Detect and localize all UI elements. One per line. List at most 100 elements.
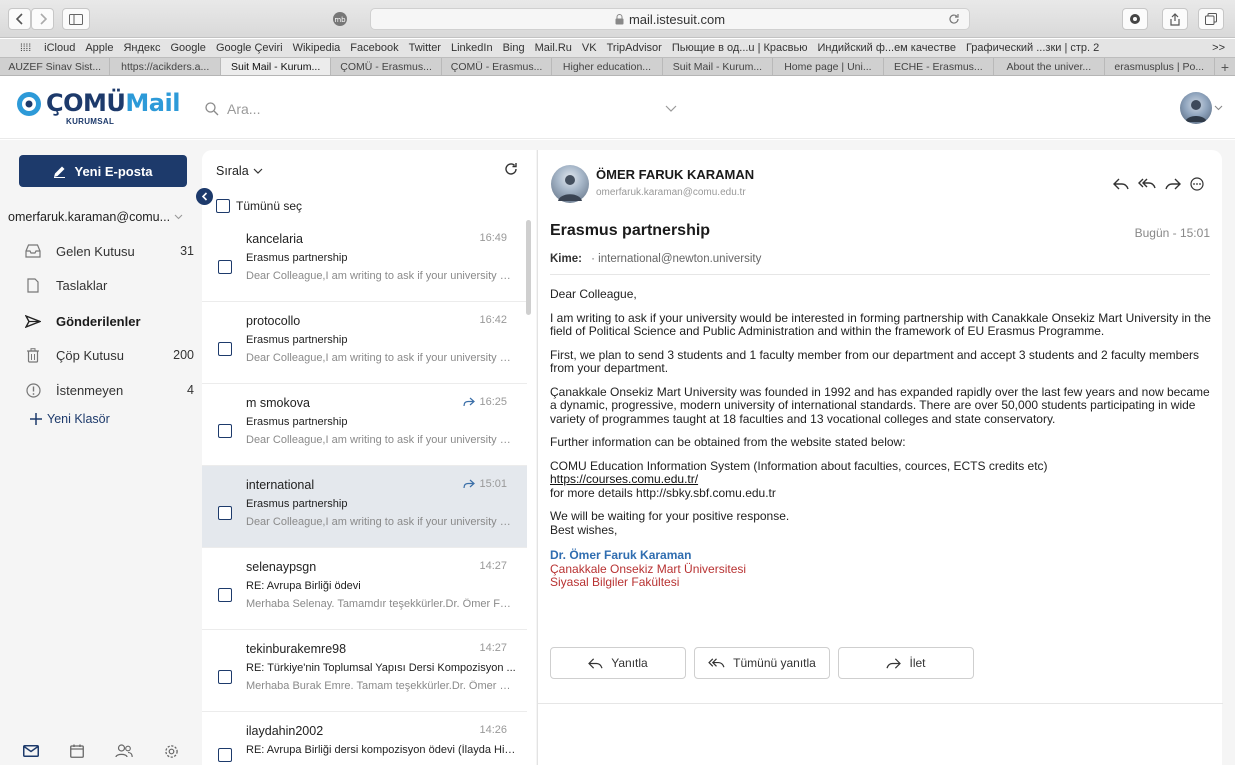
message-body: Dear Colleague, I am writing to ask if y… bbox=[550, 287, 1215, 600]
list-item[interactable]: protocollo 16:42 Erasmus partnership Dea… bbox=[202, 302, 527, 384]
folder-label: Taslaklar bbox=[56, 277, 108, 293]
contacts-icon[interactable] bbox=[115, 744, 133, 758]
more-options-icon[interactable] bbox=[1190, 177, 1204, 191]
message-checkbox[interactable] bbox=[218, 424, 232, 438]
search-icon bbox=[205, 102, 219, 116]
select-all-checkbox[interactable] bbox=[216, 199, 230, 213]
browser-tab[interactable]: ÇOMÜ - Erasmus... bbox=[331, 58, 442, 75]
list-item[interactable]: tekinburakemre98 14:27 RE: Türkiye'nin T… bbox=[202, 630, 527, 712]
message-preview: Merhaba Selenay. Tamamdır teşekkürler.Dr… bbox=[246, 598, 516, 610]
bookmark-item[interactable]: Mail.Ru bbox=[530, 42, 577, 54]
reply-all-icon[interactable] bbox=[1138, 177, 1156, 191]
user-avatar[interactable] bbox=[1180, 92, 1212, 124]
browser-tab[interactable]: erasmusplus | Po... bbox=[1105, 58, 1215, 75]
message-checkbox[interactable] bbox=[218, 588, 232, 602]
extension-o-button[interactable] bbox=[1122, 8, 1148, 30]
bookmark-item[interactable]: Twitter bbox=[404, 42, 446, 54]
list-item[interactable]: m smokova 16:25 Erasmus partnership Dear… bbox=[202, 384, 527, 466]
sidebar-toggle-button[interactable] bbox=[62, 8, 90, 30]
bookmark-item[interactable]: Google Çeviri bbox=[211, 42, 288, 54]
bookmark-item[interactable]: Google bbox=[165, 42, 210, 54]
sort-dropdown[interactable]: Sırala bbox=[216, 164, 263, 178]
forward-icon bbox=[886, 657, 902, 670]
recipient-address[interactable]: · international@newton.university bbox=[591, 253, 761, 265]
calendar-icon[interactable] bbox=[70, 744, 85, 758]
message-checkbox[interactable] bbox=[218, 670, 232, 684]
compose-label: Yeni E-posta bbox=[74, 163, 153, 179]
bookmark-item[interactable]: Bing bbox=[498, 42, 530, 54]
sidebar-item-inbox[interactable]: Gelen Kutusu 31 bbox=[24, 240, 194, 262]
bookmark-item[interactable]: LinkedIn bbox=[446, 42, 498, 54]
list-item[interactable]: selenaypsgn 14:27 RE: Avrupa Birliği öde… bbox=[202, 548, 527, 630]
refresh-icon[interactable] bbox=[504, 162, 518, 176]
apps-grid-icon[interactable]: ⁞⁞⁞⁞ bbox=[0, 43, 39, 54]
collapse-sidebar-button[interactable] bbox=[196, 188, 213, 205]
list-item[interactable]: ilaydahin2002 14:26 RE: Avrupa Birliği d… bbox=[202, 712, 527, 765]
list-scrollbar[interactable] bbox=[526, 220, 531, 315]
browser-tab[interactable]: AUZEF Sinav Sist... bbox=[0, 58, 111, 75]
search-input[interactable] bbox=[227, 101, 657, 117]
browser-tab-active[interactable]: Suit Mail - Kurum... bbox=[220, 58, 332, 75]
bookmark-item[interactable]: Графический ...зки | стр. 2 bbox=[961, 42, 1104, 54]
forward-button[interactable] bbox=[31, 8, 54, 30]
bookmarks-overflow-icon[interactable]: >> bbox=[1207, 42, 1235, 54]
comu-mail-logo[interactable]: ÇOMÜMail KURUMSAL bbox=[16, 91, 180, 126]
sidebar-item-drafts[interactable]: Taslaklar bbox=[24, 274, 194, 296]
reload-icon[interactable] bbox=[945, 10, 963, 28]
message-checkbox[interactable] bbox=[218, 342, 232, 356]
new-tab-button[interactable]: + bbox=[1215, 58, 1235, 75]
message-sender: selenaypsgn bbox=[246, 560, 317, 574]
account-email: omerfaruk.karaman@comu... bbox=[8, 210, 171, 224]
reply-all-button[interactable]: Tümünü yanıtla bbox=[694, 647, 830, 679]
bookmark-item[interactable]: Apple bbox=[80, 42, 118, 54]
extension-button[interactable]: mb bbox=[328, 8, 352, 30]
sidebar-item-sent[interactable]: Gönderilenler bbox=[24, 310, 194, 332]
bookmark-item[interactable]: Индийский ф...ем качестве bbox=[813, 42, 961, 54]
bookmark-item[interactable]: TripAdvisor bbox=[602, 42, 667, 54]
new-folder-button[interactable]: Yeni Klasör bbox=[30, 412, 110, 426]
bookmark-item[interactable]: Wikipedia bbox=[288, 42, 346, 54]
browser-tab[interactable]: https://acikders.a... bbox=[110, 58, 221, 75]
body-line: We will be waiting for your positive res… bbox=[550, 509, 790, 523]
browser-tab[interactable]: ÇOMÜ - Erasmus... bbox=[442, 58, 553, 75]
select-all[interactable]: Tümünü seç bbox=[216, 199, 302, 213]
folder-count: 4 bbox=[187, 383, 194, 397]
forward-icon[interactable] bbox=[1165, 177, 1181, 191]
reply-button[interactable]: Yanıtla bbox=[550, 647, 686, 679]
browser-tab[interactable]: Higher education... bbox=[552, 58, 663, 75]
bookmark-item[interactable]: Facebook bbox=[345, 42, 403, 54]
account-selector[interactable]: omerfaruk.karaman@comu... bbox=[8, 210, 188, 224]
share-button[interactable] bbox=[1162, 8, 1188, 30]
browser-tab[interactable]: About the univer... bbox=[994, 58, 1105, 75]
search-options-chevron-icon[interactable] bbox=[665, 105, 677, 113]
bookmark-item[interactable]: VK bbox=[577, 42, 602, 54]
forward-button[interactable]: İlet bbox=[838, 647, 974, 679]
courses-link[interactable]: https://courses.comu.edu.tr/ bbox=[550, 472, 698, 486]
back-button[interactable] bbox=[8, 8, 31, 30]
browser-tab[interactable]: Suit Mail - Kurum... bbox=[663, 58, 774, 75]
message-actions bbox=[1113, 177, 1204, 191]
settings-gear-icon[interactable] bbox=[164, 744, 179, 759]
message-checkbox[interactable] bbox=[218, 748, 232, 762]
address-bar[interactable]: mail.istesuit.com bbox=[370, 8, 970, 30]
compose-button[interactable]: Yeni E-posta bbox=[19, 155, 187, 187]
bookmark-item[interactable]: Пьющие в од...u | Красвью bbox=[667, 42, 813, 54]
mail-icon[interactable] bbox=[23, 745, 40, 757]
list-item[interactable]: kancelaria 16:49 Erasmus partnership Dea… bbox=[202, 220, 527, 302]
browser-tab[interactable]: ECHE - Erasmus... bbox=[884, 58, 995, 75]
message-checkbox[interactable] bbox=[218, 506, 232, 520]
message-checkbox[interactable] bbox=[218, 260, 232, 274]
account-menu-chevron-icon[interactable] bbox=[1214, 105, 1223, 111]
message-sender: protocollo bbox=[246, 314, 301, 328]
reply-icon[interactable] bbox=[1113, 177, 1129, 191]
sidebar-item-trash[interactable]: Çöp Kutusu 200 bbox=[24, 344, 194, 366]
sidebar-item-spam[interactable]: İstenmeyen 4 bbox=[24, 379, 194, 401]
folder-label: Gelen Kutusu bbox=[56, 243, 135, 259]
bookmark-item[interactable]: iCloud bbox=[39, 42, 80, 54]
tabs-overview-button[interactable] bbox=[1198, 8, 1224, 30]
list-item-selected[interactable]: international 15:01 Erasmus partnership … bbox=[202, 466, 527, 548]
browser-tab[interactable]: Home page | Uni... bbox=[773, 58, 884, 75]
message-subject: RE: Türkiye'nin Toplumsal Yapısı Dersi K… bbox=[246, 662, 516, 674]
bookmark-item[interactable]: Яндекс bbox=[118, 42, 165, 54]
message-subject-title: Erasmus partnership bbox=[550, 222, 711, 239]
